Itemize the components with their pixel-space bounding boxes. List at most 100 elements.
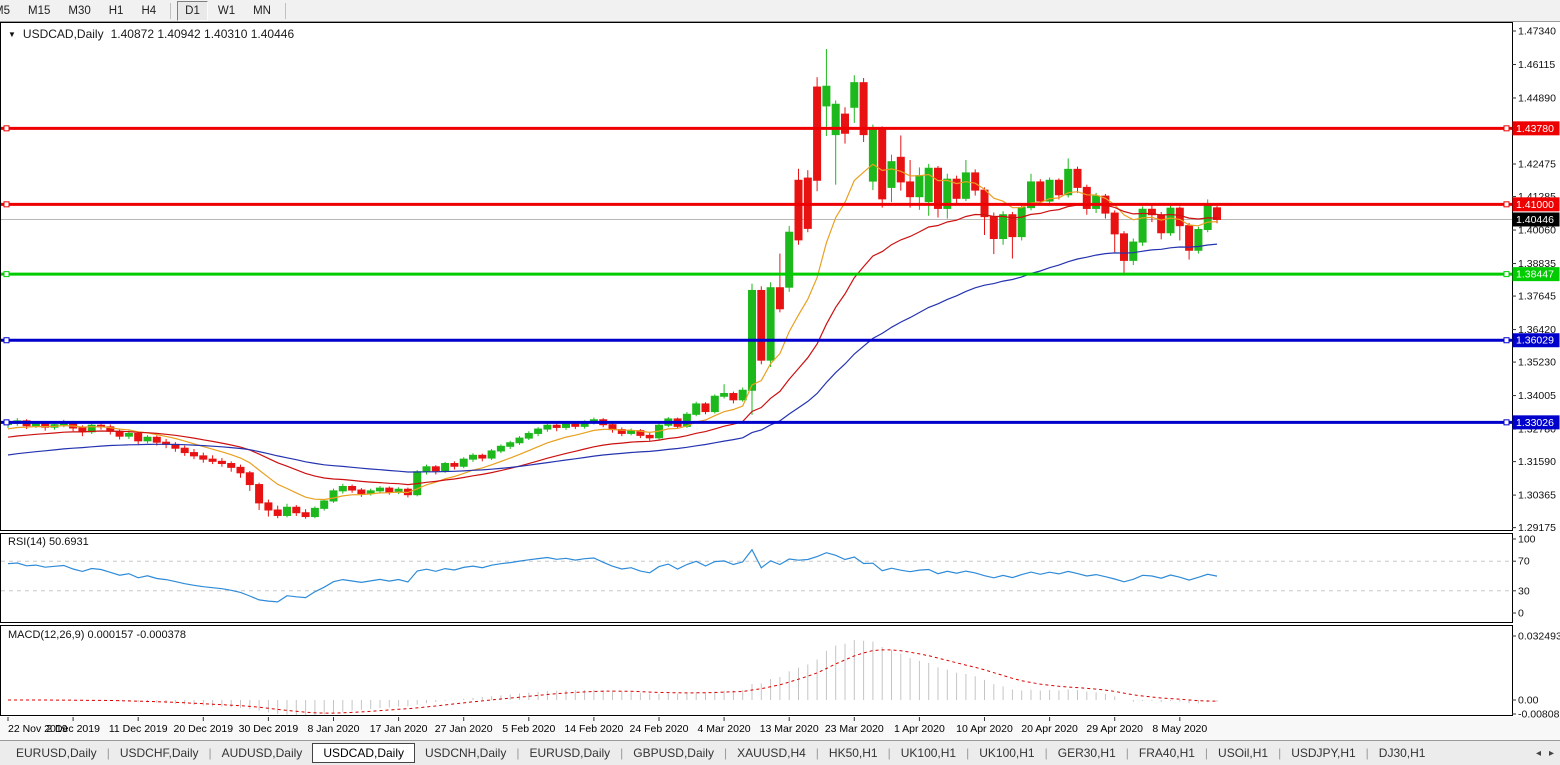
line-handle[interactable] — [1504, 126, 1509, 131]
candle-body — [488, 451, 495, 458]
timeframe-button-mn[interactable]: MN — [245, 1, 279, 21]
timeframe-button-m5[interactable]: M5 — [0, 1, 18, 21]
chart-tab-dj30-h1[interactable]: DJ30,H1 — [1369, 743, 1436, 763]
chart-tab-usdjpy-h1[interactable]: USDJPY,H1 — [1281, 743, 1365, 763]
candle — [711, 394, 718, 413]
chart-tab-xauusd-h4[interactable]: XAUUSD,H4 — [727, 743, 816, 763]
date-tick-label: 4 Mar 2020 — [698, 723, 751, 735]
candle-body — [730, 394, 737, 400]
line-handle[interactable] — [1504, 420, 1509, 425]
candle — [767, 282, 774, 367]
candle-body — [1037, 182, 1044, 201]
tab-scroll-left-icon[interactable]: ◂ — [1536, 748, 1541, 759]
chart-window[interactable]: 1.473401.461151.448901.424751.412851.400… — [0, 22, 1560, 740]
chart-tab-eurusd-daily[interactable]: EURUSD,Daily — [6, 743, 107, 763]
date-tick-label: 27 Jan 2020 — [435, 723, 493, 735]
candle-body — [228, 464, 235, 468]
line-handle[interactable] — [4, 126, 9, 131]
price-tick-label: 1.35230 — [1518, 357, 1556, 369]
candle-body — [1055, 180, 1062, 194]
candle-body — [321, 501, 328, 508]
rsi-tick-label: 100 — [1518, 534, 1536, 546]
tab-scroll-right-icon[interactable]: ▸ — [1549, 748, 1554, 759]
candle-body — [823, 86, 830, 106]
candle-body — [339, 486, 346, 490]
chart-tab-eurusd-daily[interactable]: EURUSD,Daily — [519, 743, 620, 763]
line-handle[interactable] — [1504, 272, 1509, 277]
candle-body — [563, 424, 570, 427]
candle-body — [470, 455, 477, 459]
date-tick-label: 1 Apr 2020 — [894, 723, 945, 735]
candle — [1167, 206, 1174, 236]
candle-body — [460, 459, 467, 466]
date-tick-label: 8 Jan 2020 — [308, 723, 360, 735]
candle-body — [925, 168, 932, 201]
macd-tick-label: 0.00 — [1518, 695, 1539, 707]
price-tick-label: 1.46115 — [1518, 59, 1555, 71]
candle-body — [702, 404, 709, 412]
candle-body — [572, 424, 579, 426]
chart-tab-usdchf-daily[interactable]: USDCHF,Daily — [110, 743, 209, 763]
price-chart-canvas[interactable]: 1.473401.461151.448901.424751.412851.400… — [0, 22, 1560, 740]
chart-tab-uk100-h1[interactable]: UK100,H1 — [891, 743, 966, 763]
symbol-dropdown-icon[interactable]: ▼ — [8, 30, 16, 39]
candle-body — [432, 467, 439, 471]
chart-tab-uk100-h1[interactable]: UK100,H1 — [969, 743, 1044, 763]
price-tick-label: 1.37645 — [1518, 291, 1556, 303]
candle — [1195, 227, 1202, 254]
chart-title: ▼ USDCAD,Daily 1.40872 1.40942 1.40310 1… — [8, 27, 294, 41]
candle-body — [423, 467, 430, 472]
chart-tab-audusd-daily[interactable]: AUDUSD,Daily — [212, 743, 313, 763]
timeframe-button-m15[interactable]: M15 — [20, 1, 58, 21]
price-tick-label: 1.47340 — [1518, 26, 1556, 38]
candle-body — [516, 438, 523, 443]
chart-tab-gbpusd-daily[interactable]: GBPUSD,Daily — [623, 743, 724, 763]
timeframe-button-w1[interactable]: W1 — [210, 1, 243, 21]
chart-tab-hk50-h1[interactable]: HK50,H1 — [819, 743, 888, 763]
date-tick-label: 20 Apr 2020 — [1021, 723, 1078, 735]
level-price-label-text: 1.38447 — [1516, 269, 1554, 281]
candle-body — [535, 429, 542, 433]
price-tick-label: 1.34005 — [1518, 390, 1556, 402]
chart-symbol-label: USDCAD,Daily — [23, 27, 104, 41]
candle-body — [125, 433, 132, 436]
candle-body — [237, 467, 244, 472]
candle-body — [897, 157, 904, 182]
chart-tab-usdcad-daily[interactable]: USDCAD,Daily — [312, 743, 415, 763]
toolbar-separator — [170, 3, 171, 19]
candle-body — [935, 168, 942, 208]
timeframe-button-d1[interactable]: D1 — [177, 1, 208, 21]
timeframe-button-m30[interactable]: M30 — [60, 1, 98, 21]
candle — [460, 457, 467, 468]
candle-body — [916, 176, 923, 197]
candle-body — [1093, 196, 1100, 208]
chart-tab-ger30-h1[interactable]: GER30,H1 — [1048, 743, 1126, 763]
line-handle[interactable] — [1504, 338, 1509, 343]
line-handle[interactable] — [4, 420, 9, 425]
candle-body — [451, 464, 458, 467]
rsi-tick-label: 30 — [1518, 585, 1530, 597]
timeframe-button-h1[interactable]: H1 — [101, 1, 132, 21]
price-axis[interactable]: 1.473401.461151.448901.424751.412851.400… — [1512, 26, 1560, 721]
line-handle[interactable] — [4, 272, 9, 277]
chart-tab-fra40-h1[interactable]: FRA40,H1 — [1129, 743, 1205, 763]
candle-body — [525, 433, 532, 438]
candle-body — [776, 288, 783, 309]
chart-tab-usoil-h1[interactable]: USOil,H1 — [1208, 743, 1278, 763]
timeframe-toolbar: M5M15M30H1H4 D1W1MN — [0, 0, 1560, 22]
candle-body — [795, 180, 802, 240]
date-tick-label: 13 Mar 2020 — [760, 723, 819, 735]
candle — [488, 449, 495, 460]
timeframe-button-h4[interactable]: H4 — [133, 1, 164, 21]
candle — [1018, 205, 1025, 241]
candle-body — [442, 464, 449, 471]
line-handle[interactable] — [1504, 202, 1509, 207]
macd-tick-label: -0.008086 — [1518, 709, 1560, 721]
candle — [795, 169, 802, 245]
candle-body — [1074, 169, 1081, 187]
line-handle[interactable] — [4, 202, 9, 207]
candle — [758, 286, 765, 364]
candle-body — [246, 473, 253, 485]
chart-tab-usdcnh-daily[interactable]: USDCNH,Daily — [415, 743, 516, 763]
line-handle[interactable] — [4, 338, 9, 343]
